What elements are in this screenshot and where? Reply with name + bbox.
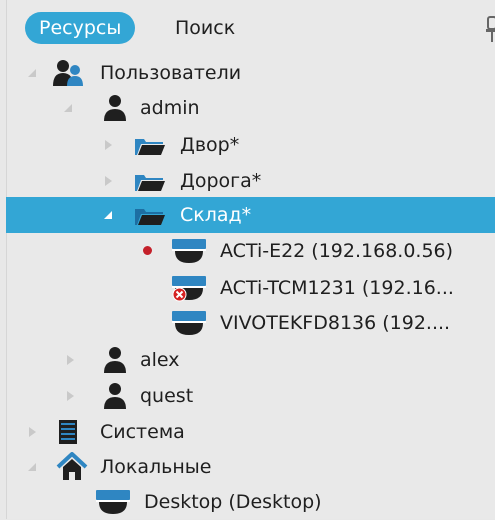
camera-icon bbox=[172, 239, 206, 263]
expand-arrow-icon[interactable] bbox=[102, 139, 114, 151]
folder-icon bbox=[135, 139, 165, 155]
tree-item-admin[interactable]: admin bbox=[6, 90, 495, 126]
tree-item-label: Дорога* bbox=[180, 170, 262, 192]
tree-item-road[interactable]: Дорога* bbox=[6, 163, 495, 199]
tree-item-label: alex bbox=[140, 349, 180, 371]
tree-item-yard[interactable]: Двор* bbox=[6, 127, 495, 163]
tree-item-desktop[interactable]: Desktop (Desktop) bbox=[6, 484, 495, 520]
user-icon bbox=[104, 95, 126, 121]
tree-item-camera-acti-tcm1231[interactable]: ACTi-TCM1231 (192.16... bbox=[6, 270, 495, 306]
tree-item-label: Система bbox=[100, 421, 185, 443]
camera-icon bbox=[172, 311, 206, 335]
folder-icon bbox=[135, 175, 165, 191]
collapse-arrow-icon[interactable] bbox=[62, 102, 74, 114]
expand-arrow-icon[interactable] bbox=[26, 426, 38, 438]
expand-arrow-icon[interactable] bbox=[102, 175, 114, 187]
tree-item-label: ACTi-E22 (192.168.0.56) bbox=[220, 240, 454, 262]
folder-icon bbox=[135, 209, 165, 225]
pin-icon[interactable] bbox=[481, 14, 495, 44]
tree-item-camera-acti-e22[interactable]: ACTi-E22 (192.168.0.56) bbox=[6, 233, 495, 269]
tree-item-label: ACTi-TCM1231 (192.16... bbox=[220, 277, 454, 299]
user-icon bbox=[104, 383, 126, 409]
tab-bar: Ресурсы Поиск bbox=[19, 12, 495, 46]
tree-item-alex[interactable]: alex bbox=[6, 342, 495, 378]
tree-item-warehouse[interactable]: Склад* bbox=[6, 197, 495, 233]
user-icon bbox=[104, 347, 126, 373]
collapse-arrow-icon[interactable] bbox=[26, 67, 38, 79]
recording-indicator bbox=[143, 246, 152, 255]
tree-item-camera-vivotek[interactable]: VIVOTEKFD8136 (192.... bbox=[6, 305, 495, 341]
tree-item-label: Пользователи bbox=[100, 62, 242, 84]
tree-item-guest[interactable]: quest bbox=[6, 378, 495, 414]
tab-search[interactable]: Поиск bbox=[167, 12, 243, 44]
home-icon bbox=[56, 452, 88, 480]
expand-arrow-icon[interactable] bbox=[64, 354, 76, 366]
tree-item-users[interactable]: Пользователи bbox=[6, 55, 495, 91]
server-icon bbox=[59, 420, 77, 444]
tree-item-local[interactable]: Локальные bbox=[6, 449, 495, 485]
tree-item-label: Локальные bbox=[100, 456, 212, 478]
collapse-arrow-icon[interactable] bbox=[102, 209, 114, 221]
tree-item-system[interactable]: Система bbox=[6, 414, 495, 450]
tree-item-label: Склад* bbox=[180, 204, 252, 226]
tree-item-label: admin bbox=[140, 97, 200, 119]
error-icon bbox=[172, 287, 187, 302]
users-icon bbox=[53, 60, 83, 86]
collapse-arrow-icon[interactable] bbox=[26, 461, 38, 473]
tree-item-label: quest bbox=[140, 385, 194, 407]
tree-item-label: Двор* bbox=[180, 134, 240, 156]
tree-item-label: VIVOTEKFD8136 (192.... bbox=[220, 312, 451, 334]
tab-resources[interactable]: Ресурсы bbox=[25, 12, 136, 44]
camera-icon bbox=[96, 490, 130, 514]
expand-arrow-icon[interactable] bbox=[64, 390, 76, 402]
tree-item-label: Desktop (Desktop) bbox=[144, 491, 322, 513]
